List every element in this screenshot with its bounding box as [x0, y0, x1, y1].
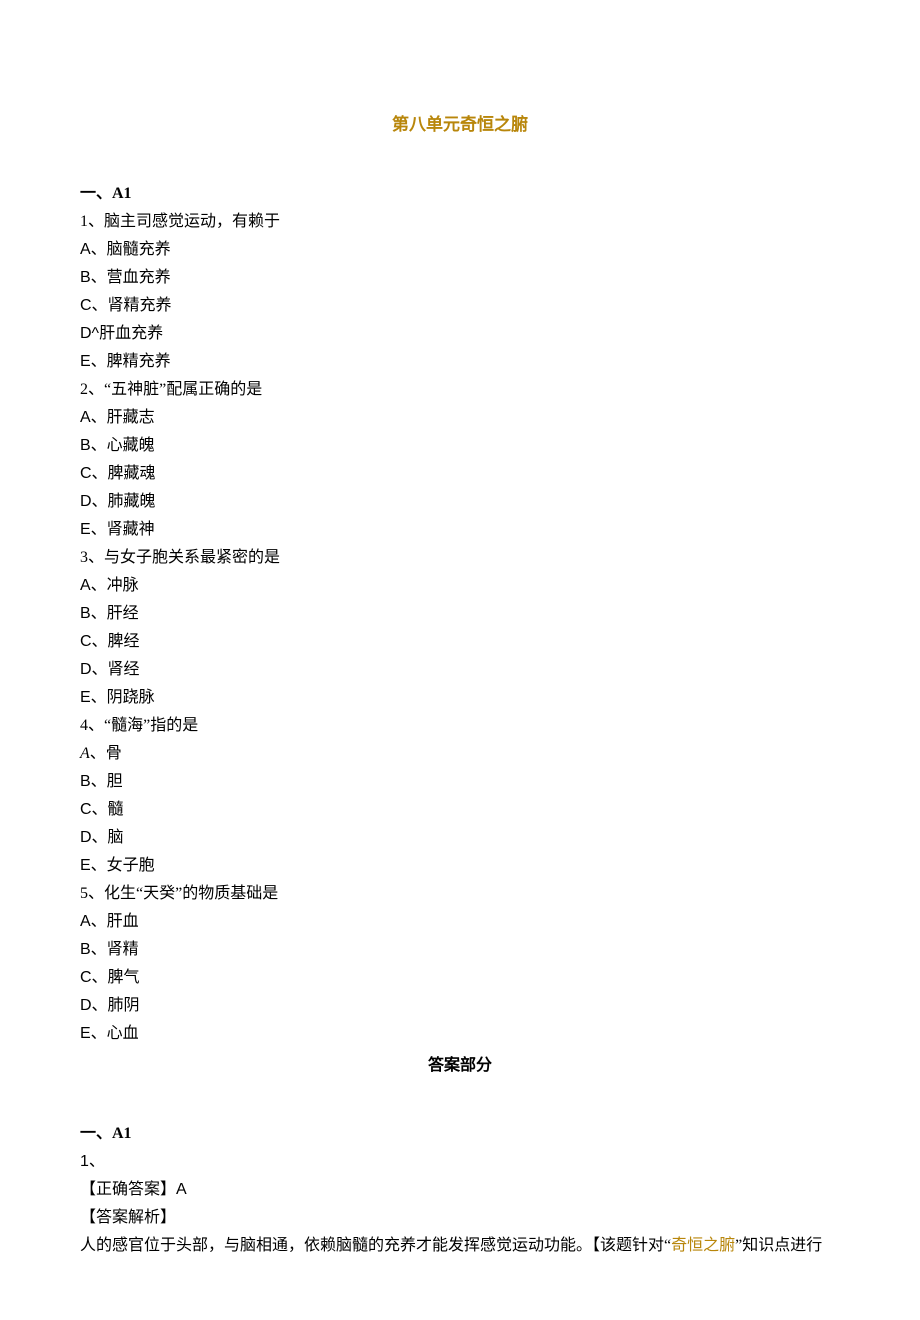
q3-stem: 3、与女子胞关系最紧密的是 — [80, 544, 840, 572]
q2-stem: 2、“五神脏”配属正确的是 — [80, 376, 840, 404]
q4-option-b: B、胆 — [80, 768, 840, 796]
q1-option-c: C、肾精充养 — [80, 292, 840, 320]
q5-option-a: A、肝血 — [80, 908, 840, 936]
answer-1-correct: 【正确答案】A — [80, 1176, 840, 1204]
document-page: 第八单元奇恒之腑 一、A1 1、脑主司感觉运动，有赖于 A、脑髓充养 B、营血充… — [0, 0, 920, 1320]
q3-option-d: D、肾经 — [80, 656, 840, 684]
q4-option-e: E、女子胞 — [80, 852, 840, 880]
answer-1-analysis-text: 人的感官位于头部，与脑相通，依赖脑髓的充养才能发挥感觉运动功能。【该题针对“奇恒… — [80, 1232, 840, 1260]
q4-option-c: C、髓 — [80, 796, 840, 824]
q5-stem: 5、化生“天癸”的物质基础是 — [80, 880, 840, 908]
q3-option-c: C、脾经 — [80, 628, 840, 656]
answers-heading: 答案部分 — [80, 1052, 840, 1080]
q2-option-b: B、心藏魄 — [80, 432, 840, 460]
q4-option-a: A、骨 — [80, 740, 840, 768]
q5-option-e: E、心血 — [80, 1020, 840, 1048]
q1-option-b: B、营血充养 — [80, 264, 840, 292]
q3-option-a: A、冲脉 — [80, 572, 840, 600]
q1-stem: 1、脑主司感觉运动，有赖于 — [80, 208, 840, 236]
q5-option-c: C、脾气 — [80, 964, 840, 992]
q1-option-e: E、脾精充养 — [80, 348, 840, 376]
answer-1-analysis-label: 【答案解析】 — [80, 1204, 840, 1232]
q4-stem: 4、“髓海”指的是 — [80, 712, 840, 740]
q5-option-d: D、肺阴 — [80, 992, 840, 1020]
q3-option-b: B、肝经 — [80, 600, 840, 628]
q5-option-b: B、肾精 — [80, 936, 840, 964]
q2-option-c: C、脾藏魂 — [80, 460, 840, 488]
q2-option-d: D、肺藏魄 — [80, 488, 840, 516]
page-title: 第八单元奇恒之腑 — [80, 110, 840, 140]
highlight-term: 奇恒之腑 — [671, 1237, 735, 1254]
q3-option-e: E、阴跷脉 — [80, 684, 840, 712]
q4-option-d: D、脑 — [80, 824, 840, 852]
q1-option-d: D^肝血充养 — [80, 320, 840, 348]
q2-option-e: E、肾藏神 — [80, 516, 840, 544]
q1-option-a: A、脑髓充养 — [80, 236, 840, 264]
q2-option-a: A、肝藏志 — [80, 404, 840, 432]
answer-1-number: 1、 — [80, 1148, 840, 1176]
section-heading-a1: 一、A1 — [80, 180, 840, 208]
answers-section-a1: 一、A1 — [80, 1120, 840, 1148]
